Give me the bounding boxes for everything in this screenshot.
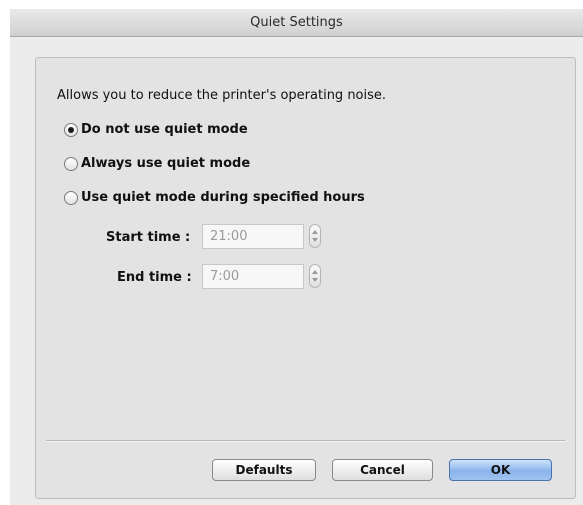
option-use-quiet-mode-specified-hours[interactable]: Use quiet mode during specified hours [64,190,365,205]
option-always-use-quiet-mode[interactable]: Always use quiet mode [64,156,250,171]
stepper-up-arrow-icon[interactable] [312,270,318,274]
radio-unselected-icon[interactable] [64,190,78,205]
cancel-button[interactable]: Cancel [332,459,433,481]
option-label: Always use quiet mode [81,156,251,171]
option-do-not-use-quiet-mode[interactable]: Do not use quiet mode [64,122,248,137]
stepper-down-arrow-icon[interactable] [312,238,318,242]
end-time-stepper[interactable] [309,264,321,288]
radio-selected-icon[interactable] [64,122,78,137]
radio-unselected-icon[interactable] [64,156,78,171]
defaults-button[interactable]: Defaults [212,459,316,481]
window-title: Quiet Settings [250,15,343,30]
description-text: Allows you to reduce the printer's opera… [57,88,387,103]
title-bar: Quiet Settings [10,9,583,37]
start-time-stepper[interactable] [309,224,321,248]
ok-button[interactable]: OK [449,459,552,481]
end-time-field[interactable]: 7:00 [202,264,304,289]
option-label: Do not use quiet mode [81,122,248,137]
divider [46,440,565,442]
start-time-label: Start time : [106,230,191,245]
quiet-settings-dialog: Quiet Settings Allows you to reduce the … [10,9,583,505]
end-time-label: End time : [117,270,192,285]
start-time-field[interactable]: 21:00 [202,224,304,249]
stepper-down-arrow-icon[interactable] [312,278,318,282]
option-label: Use quiet mode during specified hours [81,190,365,205]
settings-panel: Allows you to reduce the printer's opera… [35,57,576,499]
stepper-up-arrow-icon[interactable] [312,230,318,234]
